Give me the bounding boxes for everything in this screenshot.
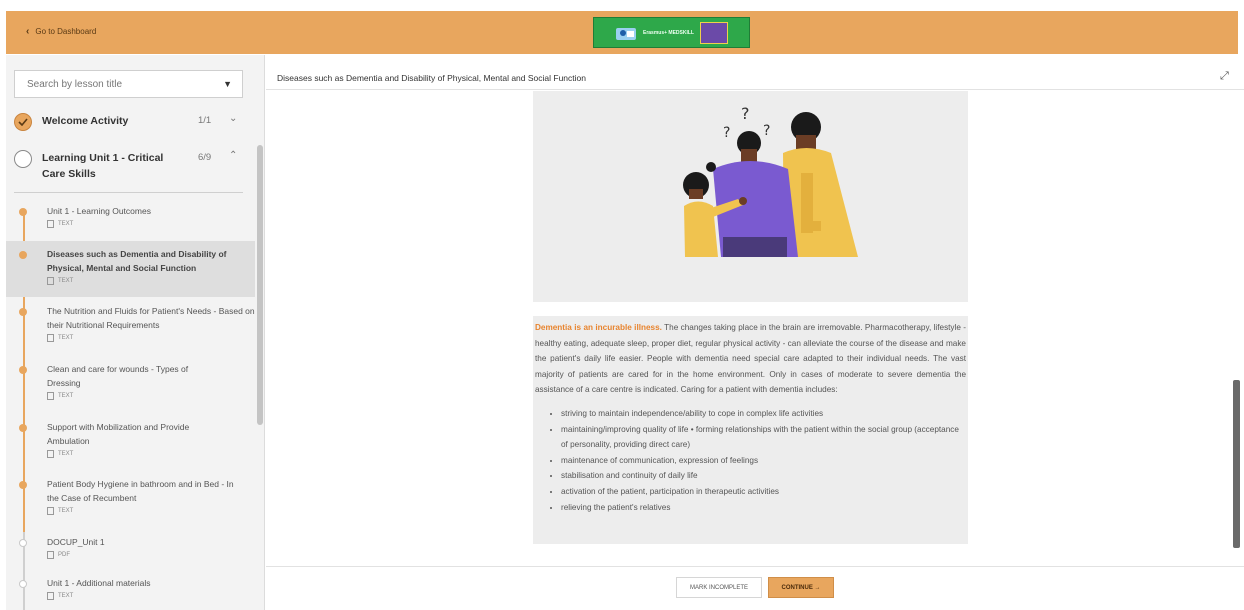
document-icon [47, 220, 54, 228]
lesson-type-label: TEXT [58, 278, 74, 284]
incomplete-circle-icon [14, 150, 32, 168]
list-item: striving to maintain independence/abilit… [561, 406, 966, 422]
lesson-done-dot [19, 424, 27, 432]
document-icon [47, 592, 54, 600]
lesson-type: TEXT [47, 277, 255, 285]
continue-button[interactable]: CONTINUE → [768, 577, 834, 598]
lesson-item[interactable]: Unit 1 - Learning Outcomes TEXT [6, 204, 255, 234]
lesson-title: Unit 1 - Additional materials [47, 578, 151, 588]
lesson-item[interactable]: Clean and care for wounds - Types of Dre… [6, 362, 255, 408]
lesson-footer: MARK INCOMPLETE CONTINUE → [266, 566, 1244, 610]
module-progress-count: 6/9 [198, 152, 212, 163]
lesson-type: TEXT [47, 592, 255, 600]
family-illustration: ? ? ? [683, 104, 858, 257]
lesson-type: PDF [47, 551, 255, 559]
go-to-dashboard-link[interactable]: ‹ Go to Dashboard [26, 26, 96, 37]
lesson-item[interactable]: Support with Mobilization and Provide Am… [6, 420, 255, 466]
lesson-type: TEXT [47, 334, 255, 342]
lesson-pending-dot [19, 580, 27, 588]
list-item: stabilisation and continuity of daily li… [561, 468, 966, 484]
search-placeholder: Search by lesson title [27, 78, 123, 90]
lesson-item[interactable]: Unit 1 - Additional materials TEXT [6, 576, 255, 608]
svg-text:?: ? [763, 123, 770, 139]
go-to-dashboard-label: Go to Dashboard [35, 27, 97, 36]
lesson-title: Clean and care for wounds - Types of Dre… [47, 364, 189, 388]
lesson-header: Diseases such as Dementia and Disability… [266, 66, 1244, 90]
module-welcome-activity[interactable]: Welcome Activity 1/1 ⌄ [14, 113, 246, 131]
lesson-type-label: PDF [58, 552, 70, 558]
sidebar-divider [14, 192, 243, 193]
svg-text:?: ? [741, 104, 750, 123]
lesson-search-select[interactable]: Search by lesson title ▼ [14, 70, 243, 98]
eu-flag-logo [700, 21, 728, 44]
lesson-text-panel: Dementia is an incurable illness. The ch… [533, 316, 968, 544]
lesson-done-dot [19, 308, 27, 316]
lesson-item[interactable]: DOCUP_Unit 1 PDF [6, 535, 255, 567]
module-learning-unit-1[interactable]: Learning Unit 1 - Critical Care Skills 6… [14, 150, 246, 182]
lesson-done-dot [19, 251, 27, 259]
list-item: activation of the patient, participation… [561, 484, 966, 500]
expand-fullscreen-icon[interactable]: ⤢ [1220, 70, 1229, 83]
lesson-type-label: TEXT [58, 451, 74, 457]
lesson-type-label: TEXT [58, 593, 74, 599]
document-icon [47, 507, 54, 515]
completed-check-icon [14, 113, 32, 131]
lesson-done-dot [19, 208, 27, 216]
lesson-title: Support with Mobilization and Provide Am… [47, 422, 190, 446]
lesson-type: TEXT [47, 220, 255, 228]
lesson-paragraph: Dementia is an incurable illness. The ch… [535, 320, 966, 398]
module-title: Welcome Activity [42, 115, 129, 127]
lesson-title: DOCUP_Unit 1 [47, 537, 105, 547]
document-icon [47, 277, 54, 285]
list-item: maintenance of communication, expression… [561, 453, 966, 469]
top-bar: ‹ Go to Dashboard Erasmus+ MEDSKILL [6, 11, 1238, 54]
lesson-heading: Diseases such as Dementia and Disability… [277, 73, 586, 83]
lesson-title: Diseases such as Dementia and Disability… [47, 249, 227, 273]
lesson-type: TEXT [47, 392, 255, 400]
chevron-up-icon[interactable]: ⌃ [229, 150, 237, 161]
lesson-item-active[interactable]: Diseases such as Dementia and Disability… [6, 241, 255, 297]
paragraph-body: The changes taking place in the brain ar… [535, 323, 967, 395]
lesson-type: TEXT [47, 507, 255, 515]
lesson-illustration: ? ? ? [533, 91, 968, 302]
lesson-title: Unit 1 - Learning Outcomes [47, 206, 151, 216]
lesson-done-dot [19, 481, 27, 489]
lesson-type: TEXT [47, 450, 255, 458]
lesson-done-dot [19, 366, 27, 374]
document-icon [47, 551, 54, 559]
lesson-title: Patient Body Hygiene in bathroom and in … [47, 479, 234, 503]
lesson-item[interactable]: Patient Body Hygiene in bathroom and in … [6, 477, 255, 523]
lesson-item[interactable]: The Nutrition and Fluids for Patient's N… [6, 304, 255, 350]
sidebar-scrollbar[interactable] [257, 145, 263, 425]
caret-down-icon: ▼ [223, 79, 232, 89]
module-title: Learning Unit 1 - Critical Care Skills [42, 152, 164, 180]
mark-incomplete-button[interactable]: MARK INCOMPLETE [676, 577, 762, 598]
lesson-type-label: TEXT [58, 335, 74, 341]
content-scrollbar[interactable] [1233, 380, 1240, 548]
project-logo-banner: Erasmus+ MEDSKILL [593, 17, 750, 48]
chevron-down-icon[interactable]: ⌄ [229, 113, 237, 124]
lesson-type-label: TEXT [58, 508, 74, 514]
document-icon [47, 334, 54, 342]
lesson-pending-dot [19, 539, 27, 547]
care-list: striving to maintain independence/abilit… [535, 406, 966, 515]
document-icon [47, 450, 54, 458]
lesson-title: The Nutrition and Fluids for Patient's N… [47, 306, 255, 330]
document-icon [47, 392, 54, 400]
project-logo-icon [616, 27, 636, 40]
svg-text:?: ? [723, 125, 730, 141]
chevron-left-icon: ‹ [26, 26, 30, 37]
lesson-type-label: TEXT [58, 221, 74, 227]
module-progress-count: 1/1 [198, 115, 212, 126]
lesson-type-label: TEXT [58, 393, 74, 399]
banner-text: Erasmus+ MEDSKILL [643, 29, 694, 36]
course-sidebar: Search by lesson title ▼ Welcome Activit… [6, 55, 265, 610]
highlighted-phrase: Dementia is an incurable illness. [535, 323, 662, 332]
list-item: maintaining/improving quality of life • … [561, 422, 966, 453]
list-item: relieving the patient's relatives [561, 500, 966, 516]
